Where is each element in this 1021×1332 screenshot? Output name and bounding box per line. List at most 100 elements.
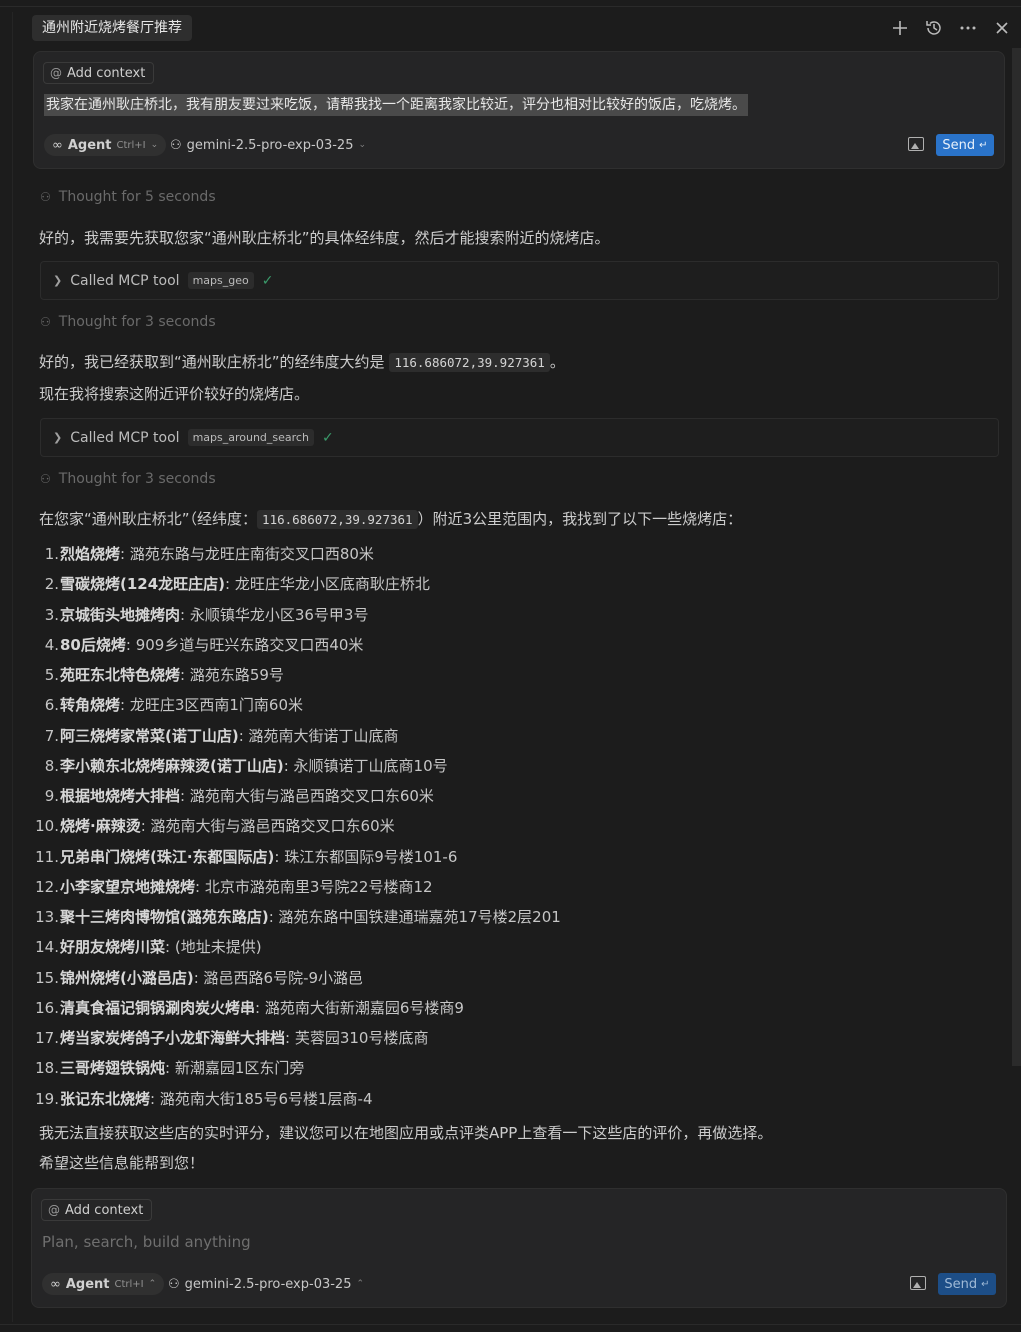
model-selector[interactable]: ⚇ gemini-2.5-pro-exp-03-25 ⌃ (168, 1273, 364, 1295)
tool-name: maps_around_search (187, 429, 314, 446)
close-icon[interactable] (992, 18, 1012, 38)
query-text[interactable]: 我家在通州耿庄桥北，我有朋友要过来吃饭，请帮我找一个距离我家比较近，评分也相对比… (44, 94, 748, 116)
assistant-message: 好的，我需要先获取您家“通州耿庄桥北”的具体经纬度，然后才能搜索附近的烧烤店。 (39, 229, 610, 247)
input-composer: @ Add context Plan, search, build anythi… (31, 1188, 1007, 1308)
top-divider (0, 6, 1021, 7)
enter-icon: ↵ (979, 139, 988, 151)
restaurant-name: 烈焰烧烤 (60, 545, 121, 563)
assistant-message: 我无法直接获取这些店的实时评分，建议您可以在地图应用或点评类APP上查看一下这些… (39, 1124, 773, 1142)
query-composer: @ Add context 我家在通州耿庄桥北，我有朋友要过来吃饭，请帮我找一个… (33, 51, 1005, 169)
send-button[interactable]: Send ↵ (938, 1273, 996, 1295)
list-number: 15. (35, 968, 59, 987)
restaurant-address: : 新潮嘉园1区东门旁 (165, 1059, 305, 1078)
thought-label: Thought for 3 seconds (58, 314, 216, 330)
restaurant-address: : 潞苑东路与龙旺庄南街交叉口西80米 (120, 545, 374, 563)
at-icon: @ (50, 66, 62, 80)
list-number: 6. (44, 696, 59, 715)
thought-indicator[interactable]: ⚇ Thought for 5 seconds (40, 189, 216, 205)
chat-title[interactable]: 通州附近烧烤餐厅推荐 (32, 15, 192, 41)
model-name: gemini-2.5-pro-exp-03-25 (184, 1276, 352, 1292)
restaurant-name: 苑旺东北特色烧烤 (60, 666, 181, 684)
restaurant-name: 阿三烧烤家常菜(诺丁山店) (60, 726, 239, 745)
list-number: 4. (44, 635, 59, 654)
add-context-button[interactable]: @ Add context (41, 1199, 153, 1221)
bottom-divider (0, 1324, 1021, 1325)
restaurant-name: 80后烧烤 (60, 635, 126, 654)
restaurant-address: : (地址未提供) (165, 938, 262, 957)
restaurant-address: : 珠江东都国际9号楼101-6 (274, 847, 458, 866)
message-text: 。 (549, 353, 565, 371)
restaurant-name: 清真食福记铜锅涮肉炭火烤串 (60, 998, 256, 1017)
chat-input[interactable]: Plan, search, build anything (42, 1233, 251, 1251)
header-actions (890, 14, 1012, 42)
list-number: 17. (35, 1029, 59, 1047)
send-button[interactable]: Send ↵ (936, 134, 994, 156)
list-number: 5. (44, 666, 59, 684)
model-selector[interactable]: ⚇ gemini-2.5-pro-exp-03-25 ⌄ (170, 134, 366, 156)
list-item: 4. 80后烧烤: 909乡道与旺兴东路交叉口西40米 (32, 632, 561, 662)
restaurant-name: 京城街头地摊烤肉 (60, 605, 181, 624)
chat-header: 通州附近烧烤餐厅推荐 (32, 14, 1012, 42)
list-item: 7. 阿三烧烤家常菜(诺丁山店): 潞苑南大街诺丁山底商 (32, 723, 561, 753)
at-icon: @ (48, 1203, 60, 1217)
message-text: 在您家“通州耿庄桥北”（经纬度： (39, 510, 258, 528)
infinity-icon: ∞ (52, 137, 63, 153)
tool-call[interactable]: ❯ Called MCP tool maps_geo ✓ (40, 261, 999, 300)
restaurant-name: 兄弟串门烧烤(珠江·东都国际店) (60, 847, 275, 866)
restaurant-name: 小李家望京地摊烧烤 (60, 877, 196, 896)
image-icon[interactable] (910, 1276, 926, 1290)
chevron-down-icon: ⌄ (358, 140, 367, 150)
restaurant-name: 三哥烤翅铁锅炖 (60, 1059, 166, 1078)
restaurant-address: : 北京市潞苑南里3号院22号楼商12 (195, 877, 433, 896)
infinity-icon: ∞ (50, 1276, 61, 1292)
agent-label: Agent (67, 137, 112, 153)
restaurant-address: : 潞苑南大街185号6号楼1层商-4 (150, 1089, 373, 1108)
coordinate-code: 116.686072,39.927361 (257, 510, 418, 529)
list-number: 13. (35, 908, 59, 926)
thought-indicator[interactable]: ⚇ Thought for 3 seconds (40, 314, 216, 330)
restaurant-list: 1. 烈焰烧烤: 潞苑东路与龙旺庄南街交叉口西80米 2. 雪碳烧烤(124龙旺庄店)… (32, 541, 561, 1116)
assistant-message: 希望这些信息能帮到您！ (39, 1154, 205, 1172)
restaurant-address: : 潞苑东路中国铁建通瑞嘉苑17号楼2层201 (268, 908, 561, 926)
restaurant-address: : 潞苑东路59号 (180, 666, 284, 684)
more-icon[interactable] (958, 18, 978, 38)
restaurant-name: 锦州烧烤(小潞邑店) (60, 968, 194, 987)
thought-label: Thought for 5 seconds (58, 189, 216, 205)
restaurant-address: : 永顺镇诺丁山底商10号 (283, 756, 448, 775)
list-number: 11. (35, 847, 59, 866)
plus-icon[interactable] (890, 18, 910, 38)
image-icon[interactable] (908, 137, 924, 151)
tool-label: Called MCP tool (70, 429, 180, 446)
agent-label: Agent (65, 1276, 110, 1292)
restaurant-name: 雪碳烧烤(124龙旺庄店) (60, 575, 226, 594)
restaurant-address: : 潞苑南大街诺丁山底商 (238, 726, 399, 745)
list-number: 8. (44, 756, 59, 775)
agent-mode-button[interactable]: ∞ Agent Ctrl+I ⌄ (44, 134, 167, 156)
list-number: 7. (44, 726, 59, 745)
list-number: 1. (44, 545, 59, 563)
restaurant-address: : 潞邑西路6号院-9小潞邑 (193, 968, 364, 987)
enter-icon: ↵ (981, 1278, 990, 1290)
chevron-down-icon: ⌄ (150, 140, 159, 150)
model-icon: ⚇ (170, 137, 182, 153)
tool-call[interactable]: ❯ Called MCP tool maps_around_search ✓ (40, 418, 999, 457)
list-number: 16. (35, 998, 59, 1017)
list-number: 18. (35, 1059, 59, 1078)
list-number: 19. (35, 1089, 59, 1108)
list-item: 16. 清真食福记铜锅涮肉炭火烤串: 潞苑南大街新潮嘉园6号楼商9 (32, 995, 561, 1025)
restaurant-address: : 芙蓉园310号楼底商 (285, 1029, 429, 1047)
list-item: 11. 兄弟串门烧烤(珠江·东都国际店): 珠江东都国际9号楼101-6 (32, 844, 561, 874)
add-context-label: Add context (67, 65, 146, 81)
thought-indicator[interactable]: ⚇ Thought for 3 seconds (40, 471, 216, 487)
list-item: 19. 张记东北烧烤: 潞苑南大街185号6号楼1层商-4 (32, 1086, 561, 1116)
agent-mode-button[interactable]: ∞ Agent Ctrl+I ⌃ (42, 1273, 165, 1295)
restaurant-address: : 龙旺庄华龙小区底商耿庄桥北 (225, 575, 430, 594)
restaurant-address: : 潞苑南大街与潞邑西路交叉口东60米 (180, 787, 434, 805)
scrollbar[interactable] (1012, 48, 1021, 1066)
tool-name: maps_geo (187, 272, 254, 289)
list-item: 9. 根据地烧烤大排档: 潞苑南大街与潞邑西路交叉口东60米 (32, 783, 561, 813)
list-number: 10. (35, 817, 59, 836)
history-icon[interactable] (924, 18, 944, 38)
chevron-right-icon: ❯ (53, 431, 63, 444)
add-context-button[interactable]: @ Add context (43, 62, 155, 84)
